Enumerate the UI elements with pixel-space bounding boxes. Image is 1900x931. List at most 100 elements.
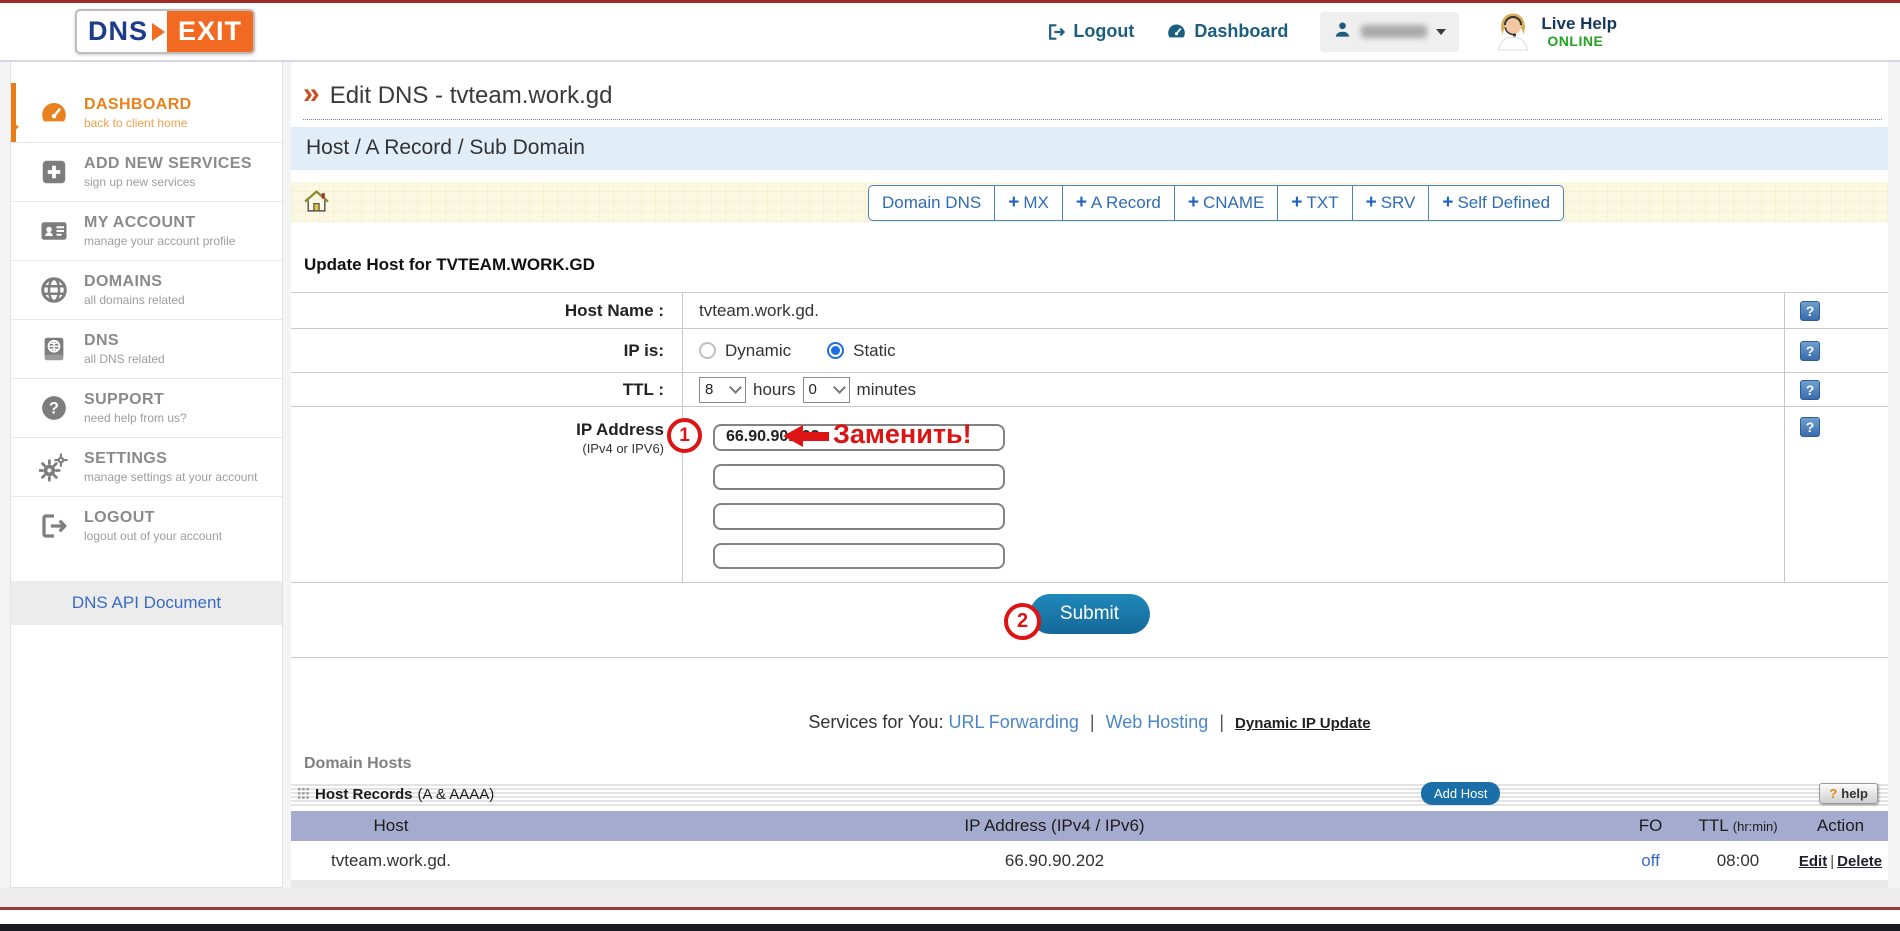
sidebar-item-domains[interactable]: DOMAINS all domains related <box>11 260 282 319</box>
help-icon[interactable]: ? <box>1800 341 1820 361</box>
sidebar-item-support[interactable]: ? SUPPORT need help from us? <box>11 378 282 437</box>
gears-icon <box>39 452 69 482</box>
question-icon: ? <box>1829 786 1837 801</box>
tab-add-self-defined[interactable]: +Self Defined <box>1428 186 1563 220</box>
support-agent-avatar <box>1491 7 1535 56</box>
dns-book-icon <box>39 334 69 364</box>
dns-exit-logo[interactable]: DNS EXIT <box>75 9 255 54</box>
sidebar-item-settings[interactable]: SETTINGS manage settings at your account <box>11 437 282 496</box>
web-hosting-link[interactable]: Web Hosting <box>1106 712 1209 732</box>
logout-link[interactable]: Logout <box>1046 21 1134 42</box>
svg-text:?: ? <box>49 400 59 418</box>
tab-domain-dns[interactable]: Domain DNS <box>869 186 994 220</box>
form-title: Update Host for TVTEAM.WORK.GD <box>304 255 1888 275</box>
tab-add-a-record[interactable]: +A Record <box>1062 186 1174 220</box>
ttl-row: TTL : 8 hours 0 minutes ? <box>291 373 1888 407</box>
speedometer-icon <box>39 98 69 128</box>
fo-toggle-link[interactable]: off <box>1641 851 1660 870</box>
delete-link[interactable]: Delete <box>1837 853 1882 870</box>
section-title: Host / A Record / Sub Domain <box>291 127 1888 170</box>
submit-row: Submit <box>291 594 1888 658</box>
tab-add-mx[interactable]: +MX <box>994 186 1062 220</box>
tab-add-cname[interactable]: +CNAME <box>1174 186 1278 220</box>
host-records-label: Host Records <box>315 786 413 803</box>
radio-dynamic[interactable] <box>699 342 716 359</box>
plus-square-icon <box>39 157 69 187</box>
services-prefix: Services for You: <box>808 712 943 732</box>
sidebar-item-sub: all domains related <box>84 293 185 307</box>
col-ttl: TTL (hr:min) <box>1683 816 1793 836</box>
help-icon[interactable]: ? <box>1800 380 1820 400</box>
annotation-arrow-left-icon <box>783 425 829 447</box>
sidebar-item-label: MY ACCOUNT <box>84 214 196 231</box>
sidebar-item-logout[interactable]: LOGOUTlogout out of your account <box>11 496 282 555</box>
dns-api-document-link[interactable]: DNS API Document <box>11 581 282 625</box>
ip-address-input-3[interactable] <box>713 503 1005 530</box>
submit-button[interactable]: Submit <box>1030 594 1150 634</box>
sidebar-item-dashboard[interactable]: DASHBOARDback to client home <box>11 84 282 142</box>
record-toolbar: Domain DNS +MX +A Record +CNAME +TXT +SR… <box>291 182 1888 222</box>
dashboard-label: Dashboard <box>1194 21 1288 42</box>
sidebar-item-sub: manage settings at your account <box>84 470 257 484</box>
logo-exit-text: EXIT <box>167 11 253 52</box>
tab-add-srv[interactable]: +SRV <box>1352 186 1429 220</box>
chevron-down-icon <box>833 381 846 394</box>
username-blurred <box>1361 25 1427 38</box>
radio-static-label: Static <box>853 341 896 361</box>
radio-static[interactable] <box>827 342 844 359</box>
ip-is-row: IP is: Dynamic Static ? <box>291 329 1888 373</box>
chevron-down-icon <box>729 381 742 394</box>
live-help-status: ONLINE <box>1547 33 1617 49</box>
sidebar-item-dns[interactable]: DNSall DNS related <box>11 319 282 378</box>
sidebar-item-label: SETTINGS <box>84 450 167 467</box>
row-host: tvteam.work.gd. <box>291 851 491 871</box>
home-icon[interactable] <box>303 188 330 220</box>
grid-dots-icon <box>298 786 309 803</box>
main-content: » Edit DNS - tvteam.work.gd Host / A Rec… <box>291 62 1888 888</box>
sidebar: DASHBOARDback to client home ADD NEW SER… <box>10 62 283 888</box>
sidebar-item-sub: sign up new services <box>84 175 252 189</box>
page-title: Edit DNS - tvteam.work.gd <box>330 82 613 110</box>
col-host: Host <box>291 816 491 836</box>
record-type-tabs: Domain DNS +MX +A Record +CNAME +TXT +SR… <box>868 185 1564 221</box>
update-host-form: Host Name : tvteam.work.gd. ? IP is: Dyn… <box>291 292 1888 658</box>
chevron-down-icon <box>1436 29 1446 35</box>
logout-icon <box>1046 22 1066 42</box>
question-circle-icon: ? <box>39 393 69 423</box>
help-icon[interactable]: ? <box>1800 417 1820 437</box>
sidebar-item-label: SUPPORT <box>84 391 164 408</box>
live-help-widget[interactable]: Live Help ONLINE <box>1491 7 1617 56</box>
col-action: Action <box>1793 816 1888 836</box>
ip-address-row: IP Address (IPv4 or IPV6) ? <box>291 407 1888 583</box>
ttl-hours-select[interactable]: 8 <box>699 377 746 403</box>
sidebar-item-sub: need help from us? <box>84 411 187 425</box>
page: DNS EXIT Logout Dashboard Live Help <box>0 0 1900 931</box>
url-forwarding-link[interactable]: URL Forwarding <box>948 712 1078 732</box>
edit-link[interactable]: Edit <box>1799 853 1827 870</box>
ttl-minutes-select[interactable]: 0 <box>803 377 850 403</box>
add-host-button[interactable]: Add Host <box>1421 782 1500 805</box>
hours-label: hours <box>753 380 796 400</box>
ip-address-input-4[interactable] <box>713 543 1005 570</box>
ip-address-input-2[interactable] <box>713 464 1005 491</box>
radio-dynamic-label: Dynamic <box>725 341 791 361</box>
sidebar-item-my-account[interactable]: MY ACCOUNTmanage your account profile <box>11 201 282 260</box>
page-title-row: » Edit DNS - tvteam.work.gd <box>303 82 1882 120</box>
ip-is-label: IP is: <box>291 329 683 372</box>
dynamic-ip-update-link[interactable]: Dynamic IP Update <box>1235 715 1371 732</box>
dashboard-link[interactable]: Dashboard <box>1166 21 1288 42</box>
sidebar-item-add-new-services[interactable]: ADD NEW SERVICES sign up new services <box>11 142 282 201</box>
live-help-label: Live Help <box>1541 14 1617 34</box>
sidebar-item-sub: logout out of your account <box>84 529 222 543</box>
user-menu[interactable] <box>1320 12 1459 52</box>
help-icon[interactable]: ? <box>1800 301 1820 321</box>
logo-arrow-icon <box>150 11 167 52</box>
logo-dns-text: DNS <box>77 11 150 52</box>
annotation-step-1-circle: 1 <box>667 418 702 453</box>
sidebar-item-sub: back to client home <box>84 116 192 130</box>
sidebar-item-label: ADD NEW SERVICES <box>84 155 252 172</box>
help-button[interactable]: ?help <box>1819 783 1878 804</box>
tab-add-txt[interactable]: +TXT <box>1277 186 1351 220</box>
sidebar-item-label: DOMAINS <box>84 273 162 290</box>
header-nav: Logout Dashboard Live Help ONLINE <box>1046 7 1617 56</box>
